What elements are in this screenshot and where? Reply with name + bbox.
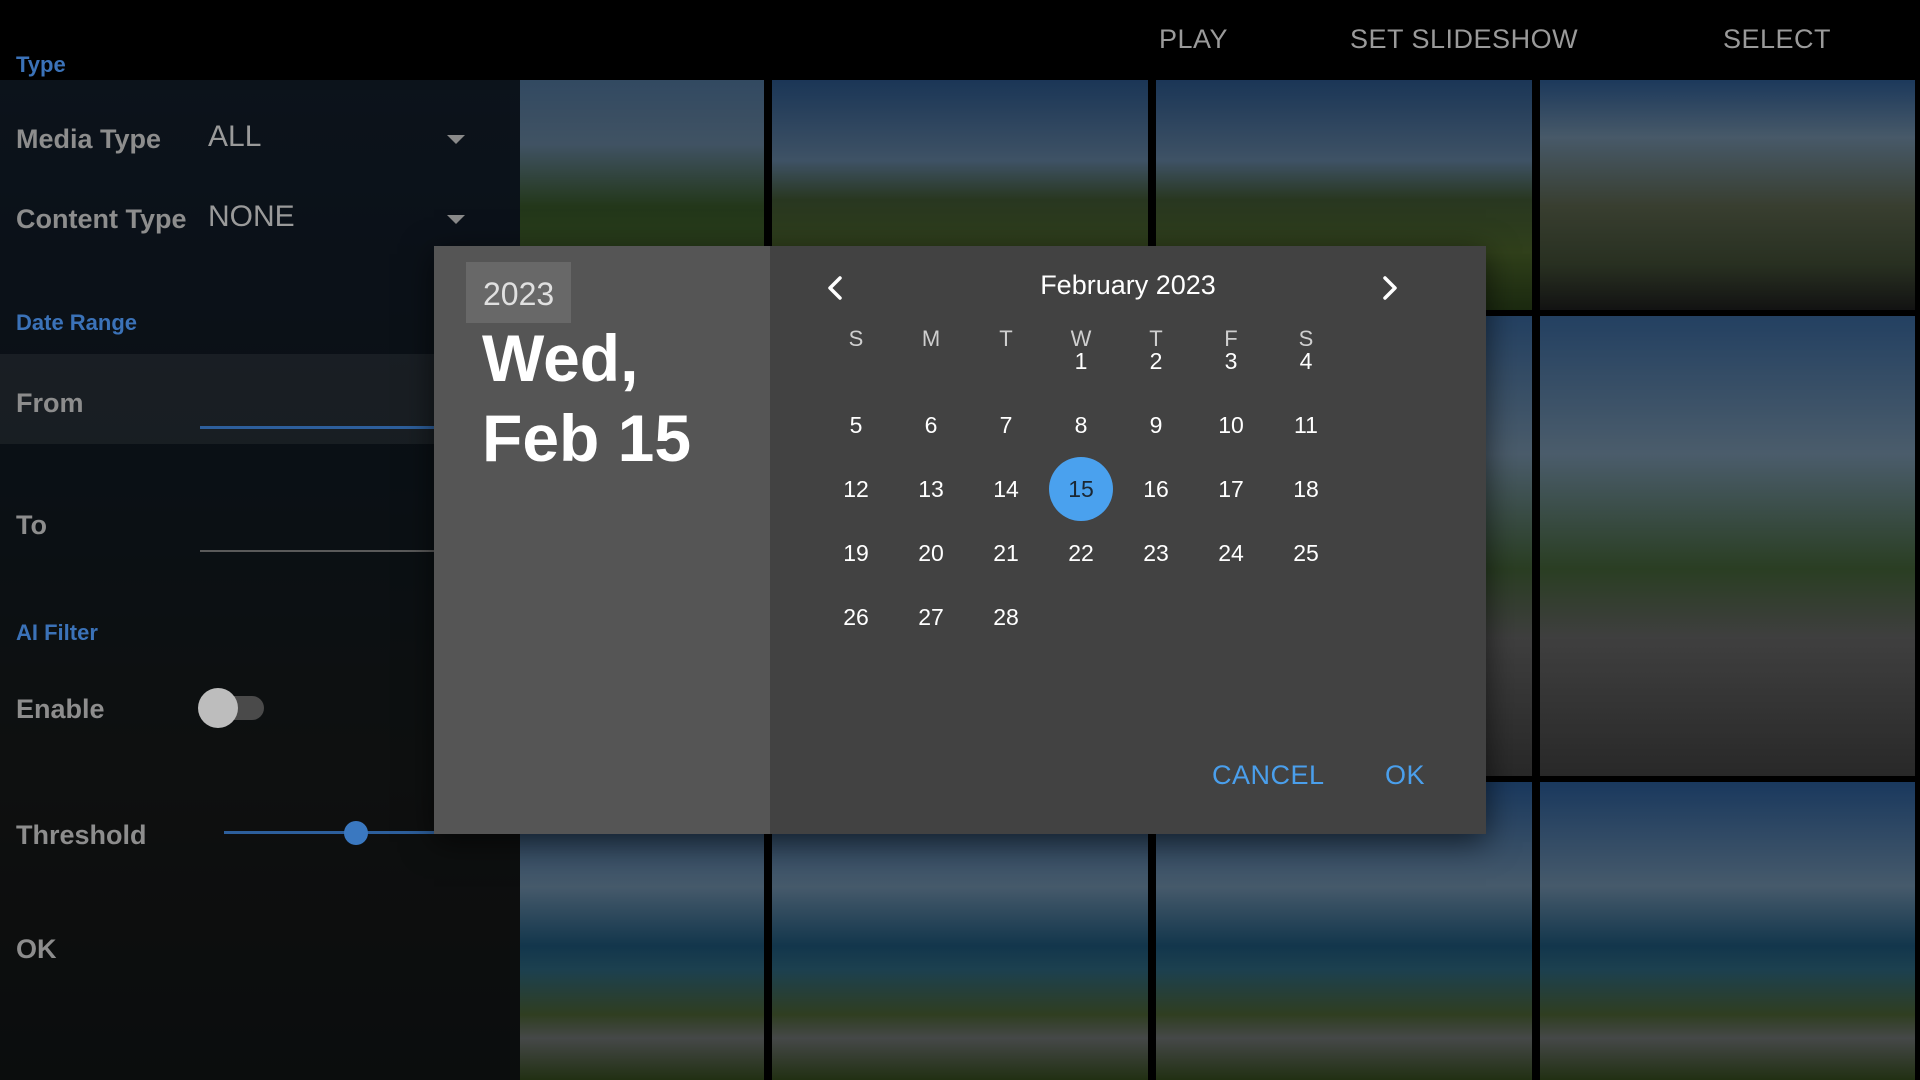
- calendar-day[interactable]: 16: [1124, 457, 1188, 521]
- weekday-header: T: [999, 326, 1013, 351]
- calendar-day[interactable]: 28: [974, 585, 1038, 649]
- threshold-label: Threshold: [16, 820, 147, 850]
- calendar-day[interactable]: 3: [1199, 329, 1263, 393]
- date-picker-dialog: 2023 Wed, Feb 15 February 2023 SMTWTFS 1…: [434, 246, 1486, 834]
- select-button[interactable]: SELECT: [1723, 24, 1831, 55]
- calendar-day[interactable]: 11: [1274, 393, 1338, 457]
- calendar-day[interactable]: 17: [1199, 457, 1263, 521]
- weekday-header: M: [921, 326, 941, 351]
- media-type-select[interactable]: ALL: [208, 120, 261, 154]
- media-type-label: Media Type: [16, 124, 162, 154]
- calendar-day[interactable]: 19: [824, 521, 888, 585]
- calendar-day[interactable]: 22: [1049, 521, 1113, 585]
- calendar-day[interactable]: 8: [1049, 393, 1113, 457]
- play-button[interactable]: PLAY: [1159, 24, 1228, 55]
- caret-down-icon[interactable]: [447, 135, 465, 144]
- photo-thumbnail[interactable]: [1540, 316, 1915, 776]
- calendar-day-selected[interactable]: 15: [1049, 457, 1113, 521]
- calendar-day[interactable]: 6: [899, 393, 963, 457]
- enable-toggle-thumb[interactable]: [198, 688, 238, 728]
- panel-ok-button[interactable]: OK: [16, 934, 57, 965]
- top-action-bar: PLAY SET SLIDESHOW SELECT: [0, 0, 1920, 80]
- calendar-day[interactable]: 14: [974, 457, 1038, 521]
- calendar-day[interactable]: 26: [824, 585, 888, 649]
- calendar-day[interactable]: 13: [899, 457, 963, 521]
- calendar-day[interactable]: 18: [1274, 457, 1338, 521]
- calendar-day[interactable]: 9: [1124, 393, 1188, 457]
- from-date-field[interactable]: [200, 426, 434, 429]
- calendar-day[interactable]: 7: [974, 393, 1038, 457]
- from-label: From: [16, 388, 84, 418]
- calendar-day[interactable]: 21: [974, 521, 1038, 585]
- photo-thumbnail[interactable]: [1540, 782, 1915, 1080]
- month-year-label: February 2023: [1040, 270, 1216, 300]
- threshold-slider-thumb[interactable]: [344, 821, 368, 845]
- calendar-day[interactable]: 2: [1124, 329, 1188, 393]
- chevron-right-icon[interactable]: [1369, 268, 1409, 308]
- to-date-field[interactable]: [200, 550, 434, 552]
- calendar-body: February 2023 SMTWTFS 1 2 3 4 5 6 7 8 9 10 11 12 13 1…: [770, 246, 1486, 834]
- calendar-day[interactable]: 24: [1199, 521, 1263, 585]
- calendar-day[interactable]: 27: [899, 585, 963, 649]
- set-slideshow-button[interactable]: SET SLIDESHOW: [1350, 24, 1578, 55]
- calendar-day[interactable]: 10: [1199, 393, 1263, 457]
- photo-thumbnail[interactable]: [1540, 80, 1915, 310]
- calendar-day[interactable]: 20: [899, 521, 963, 585]
- calendar-day[interactable]: 23: [1124, 521, 1188, 585]
- calendar-day[interactable]: 12: [824, 457, 888, 521]
- content-type-select[interactable]: NONE: [208, 200, 295, 234]
- selected-date-display: Wed, Feb 15: [482, 321, 692, 475]
- calendar-day[interactable]: 1: [1049, 329, 1113, 393]
- threshold-slider[interactable]: [224, 831, 434, 834]
- calendar-day[interactable]: 25: [1274, 521, 1338, 585]
- date-range-section-header: Date Range: [16, 310, 138, 335]
- ai-filter-section-header: AI Filter: [16, 620, 98, 645]
- enable-label: Enable: [16, 694, 105, 724]
- content-type-label: Content Type: [16, 204, 187, 234]
- year-selector[interactable]: 2023: [466, 262, 572, 323]
- calendar-day[interactable]: 4: [1274, 329, 1338, 393]
- weekday-header: S: [848, 326, 864, 351]
- cancel-button[interactable]: CANCEL: [1212, 760, 1325, 791]
- date-picker-header: 2023 Wed, Feb 15: [434, 246, 770, 834]
- ok-button[interactable]: OK: [1385, 760, 1425, 791]
- to-label: To: [16, 510, 47, 540]
- calendar-day[interactable]: 5: [824, 393, 888, 457]
- caret-down-icon[interactable]: [447, 215, 465, 224]
- chevron-left-icon[interactable]: [816, 268, 856, 308]
- type-section-header: Type: [16, 52, 66, 77]
